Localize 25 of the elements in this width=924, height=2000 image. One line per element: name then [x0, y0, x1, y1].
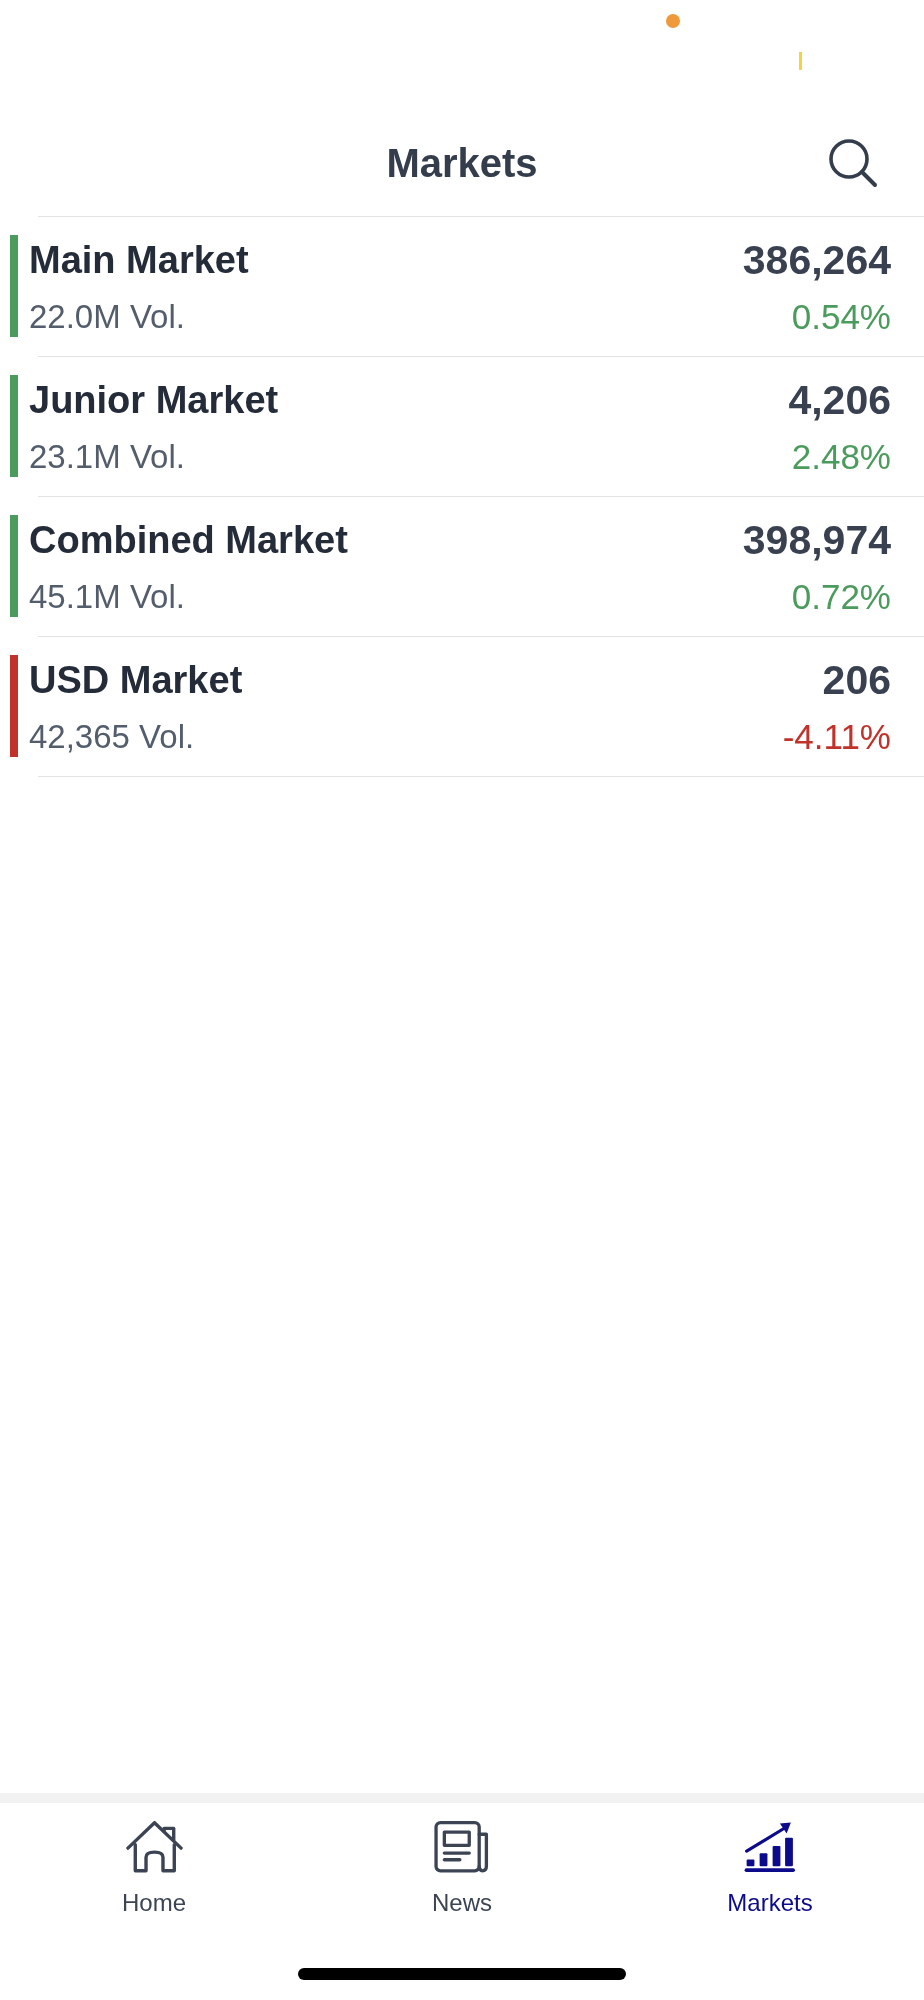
status-line-icon [799, 52, 802, 70]
market-value: 386,264 [742, 238, 891, 282]
market-volume: 23.1M Vol. [29, 437, 185, 477]
search-icon[interactable] [828, 138, 878, 188]
market-value: 206 [822, 658, 891, 702]
market-change: -4.11% [782, 717, 891, 757]
market-value: 4,206 [788, 378, 891, 422]
market-change: 2.48% [791, 437, 891, 477]
market-volume: 42,365 Vol. [29, 717, 195, 757]
market-name: Main Market [29, 238, 249, 282]
market-name: Combined Market [29, 518, 348, 562]
market-name: Junior Market [29, 378, 279, 422]
nav-tab[interactable]: Markets [727, 1821, 813, 1917]
market-value: 398,974 [742, 518, 891, 562]
market-volume: 45.1M Vol. [29, 577, 185, 617]
market-change: 0.72% [791, 577, 891, 617]
page-title: Markets [386, 140, 538, 187]
newspaper-icon [433, 1821, 491, 1873]
market-change: 0.54% [791, 297, 891, 337]
status-dot-icon [666, 14, 680, 28]
nav-tab[interactable]: Home [122, 1821, 186, 1917]
market-volume: 22.0M Vol. [29, 297, 185, 337]
house-icon [125, 1821, 183, 1873]
market-name: USD Market [29, 658, 243, 702]
nav-tab[interactable]: News [432, 1821, 492, 1917]
